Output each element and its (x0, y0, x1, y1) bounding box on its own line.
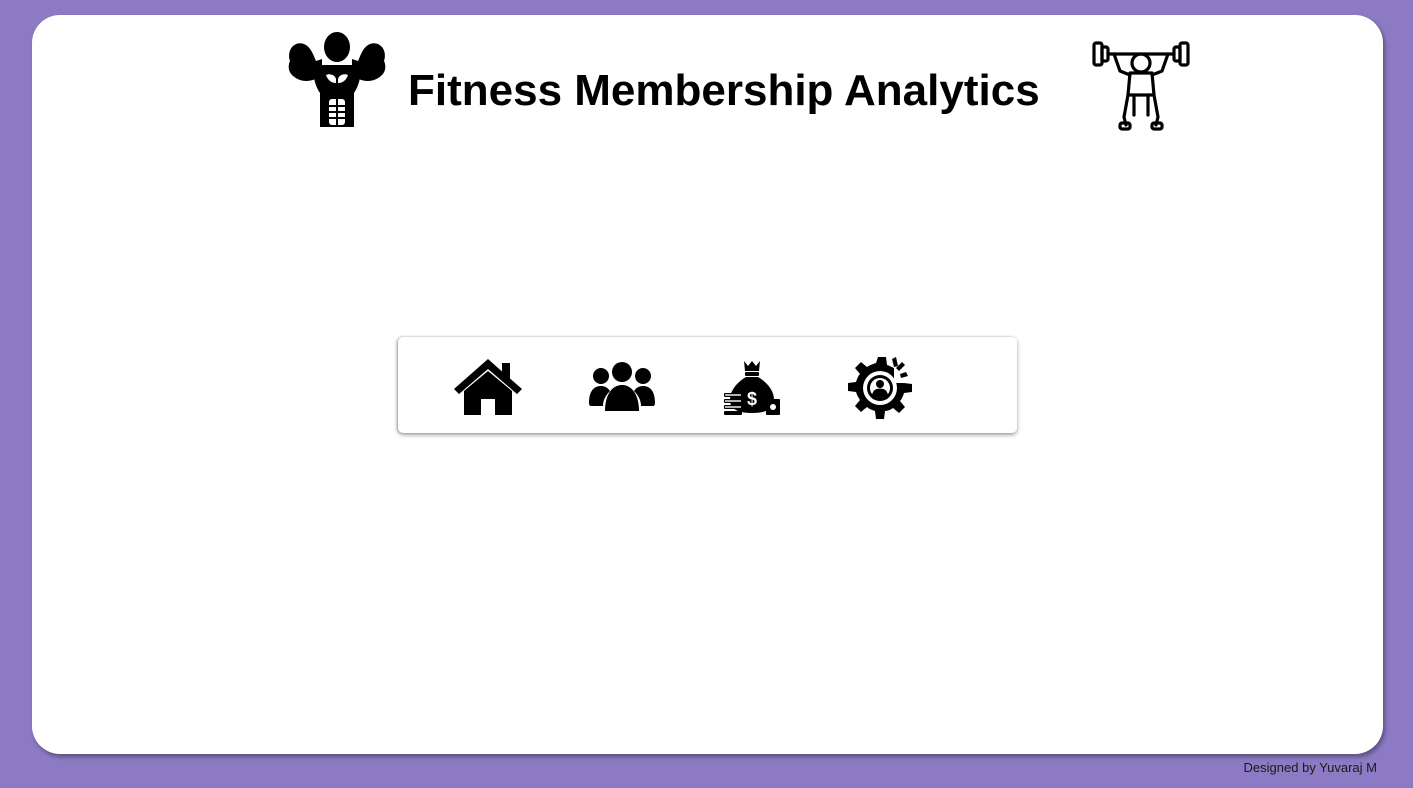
home-button[interactable] (450, 355, 526, 419)
settings-button[interactable] (844, 353, 920, 419)
bodybuilder-icon (288, 32, 386, 127)
money-bag-icon: $ (724, 361, 780, 415)
members-button[interactable] (584, 355, 660, 419)
revenue-button[interactable]: $ (714, 355, 790, 419)
navigation-bar: $ (398, 337, 1017, 433)
home-icon (454, 359, 522, 415)
page-title: Fitness Membership Analytics (408, 66, 1040, 115)
weightlifter-icon (1092, 41, 1190, 131)
users-group-icon (589, 362, 655, 411)
dashboard-panel: Fitness Membership Analytics $ (32, 15, 1383, 754)
designer-credit: Designed by Yuvaraj M (1243, 760, 1377, 775)
gear-user-icon (848, 353, 916, 419)
svg-text:$: $ (747, 389, 757, 409)
